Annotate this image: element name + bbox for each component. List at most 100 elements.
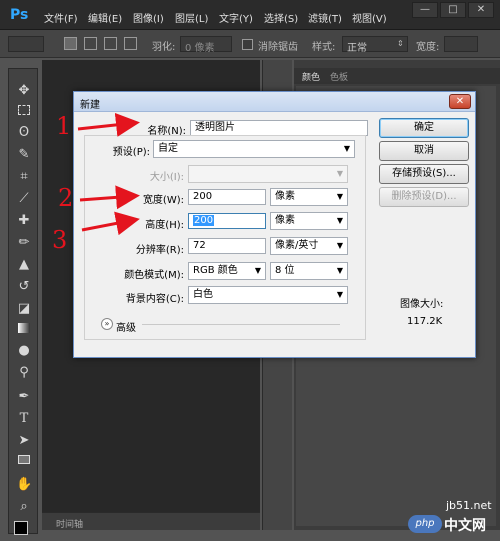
chevron-down-icon: ▼ [336, 169, 343, 178]
dodge-tool-icon[interactable]: ⚲ [16, 365, 32, 381]
photoshop-logo: Ps [10, 7, 29, 23]
width-unit-select[interactable]: 像素 ▼ [270, 188, 348, 206]
zoom-tool-icon[interactable]: ⌕ [16, 499, 32, 515]
hand-tool-icon[interactable]: ✋ [16, 477, 32, 493]
width-unit-value: 像素 [275, 191, 295, 202]
bit-depth-select[interactable]: 8 位 ▼ [270, 262, 348, 280]
width-input[interactable] [444, 36, 478, 52]
style-select[interactable]: 正常 ⇕ [342, 36, 408, 54]
intersect-selection-icon[interactable] [124, 37, 137, 50]
chevron-down-icon: ▼ [336, 241, 343, 250]
annotation-number-1: 1 [56, 112, 72, 140]
eraser-tool-icon[interactable]: ◪ [16, 301, 32, 317]
preset-select[interactable]: 自定 ▼ [153, 140, 355, 158]
tools-panel: ✥ ʘ ✎ ⌗ ⟋ ✚ ✏ ▲ ↺ ◪ ● ⚲ ✒ T ➤ ✋ ⌕ [8, 68, 38, 535]
eyedropper-tool-icon[interactable]: ⟋ [16, 191, 32, 207]
color-mode-label: 颜色模式(M): [124, 270, 184, 281]
preset-value: 自定 [158, 143, 178, 154]
resolution-label: 分辨率(R): [135, 245, 184, 256]
chevron-down-icon: ▼ [336, 192, 343, 201]
advanced-divider [142, 324, 340, 325]
antialias-label: 消除锯齿 [258, 42, 298, 53]
background-value: 白色 [193, 289, 213, 300]
style-label: 样式: [312, 42, 336, 53]
menu-layer[interactable]: 图层(L) [175, 10, 208, 25]
window-controls: — □ ✕ [412, 2, 494, 18]
history-brush-tool-icon[interactable]: ↺ [16, 279, 32, 295]
dialog-close-button[interactable]: ✕ [449, 94, 471, 109]
watermark: jb51.net php 中文网 [408, 497, 500, 541]
marquee-tool-icon[interactable] [18, 105, 30, 115]
menu-type[interactable]: 文字(Y) [219, 10, 253, 25]
tab-swatches[interactable]: 色板 [330, 70, 348, 83]
chevron-down-icon: ▼ [336, 290, 343, 299]
chevron-down-icon: ⇕ [397, 39, 404, 48]
timeline-label: 时间轴 [56, 520, 84, 530]
background-label: 背景内容(C): [125, 294, 184, 305]
menu-edit[interactable]: 编辑(E) [88, 10, 122, 25]
add-selection-icon[interactable] [84, 37, 97, 50]
blur-tool-icon[interactable]: ● [16, 343, 32, 359]
new-selection-icon[interactable] [64, 37, 77, 50]
chevron-double-down-icon[interactable]: » [101, 318, 113, 330]
menu-view[interactable]: 视图(V) [352, 10, 387, 25]
brush-tool-icon[interactable]: ✏ [16, 235, 32, 251]
foreground-color-swatch[interactable] [14, 521, 28, 535]
options-bar: 羽化: 0 像素 消除锯齿 样式: 正常 ⇕ 宽度: [0, 30, 500, 58]
rectangle-tool-icon[interactable] [18, 455, 30, 464]
watermark-badge: php [408, 515, 442, 533]
move-tool-icon[interactable]: ✥ [16, 83, 32, 99]
background-select[interactable]: 白色 ▼ [188, 286, 348, 304]
timeline-bar: 时间轴 [42, 512, 260, 530]
color-mode-value: RGB 颜色 [193, 265, 238, 276]
width-input[interactable]: 200 [188, 189, 266, 205]
panel-tabs: 颜色 色板 [294, 68, 500, 84]
feather-input[interactable]: 0 像素 [180, 36, 232, 54]
watermark-site: jb51.net [446, 499, 492, 512]
menu-filter[interactable]: 滤镜(T) [308, 10, 342, 25]
color-mode-select[interactable]: RGB 颜色 ▼ [188, 262, 266, 280]
pen-tool-icon[interactable]: ✒ [16, 389, 32, 405]
quick-select-tool-icon[interactable]: ✎ [16, 147, 32, 163]
height-unit-select[interactable]: 像素 ▼ [270, 212, 348, 230]
tab-color[interactable]: 颜色 [302, 70, 320, 83]
menu-select[interactable]: 选择(S) [264, 10, 298, 25]
image-size-label: 图像大小: [400, 299, 444, 310]
resolution-input[interactable]: 72 [188, 238, 266, 254]
ok-button[interactable]: 确定 [379, 118, 469, 138]
minimize-button[interactable]: — [412, 2, 438, 18]
size-select[interactable]: ▼ [188, 165, 348, 183]
menu-image[interactable]: 图像(I) [133, 10, 164, 25]
size-label: 大小(I): [149, 172, 184, 183]
antialias-checkbox[interactable] [242, 39, 253, 50]
resolution-unit-select[interactable]: 像素/英寸 ▼ [270, 237, 348, 255]
height-input[interactable]: 200 [188, 213, 266, 229]
name-input[interactable]: 透明图片 [190, 120, 368, 136]
preset-label: 预设(P): [112, 147, 150, 158]
bit-depth-value: 8 位 [275, 265, 295, 276]
watermark-cn: 中文网 [444, 518, 486, 534]
lasso-tool-icon[interactable]: ʘ [16, 125, 32, 141]
subtract-selection-icon[interactable] [104, 37, 117, 50]
tool-preset-picker[interactable] [8, 36, 44, 52]
path-select-tool-icon[interactable]: ➤ [16, 433, 32, 449]
dialog-titlebar: 新建 ✕ [74, 92, 475, 112]
type-tool-icon[interactable]: T [16, 411, 32, 427]
width-label: 宽度(W): [142, 195, 184, 206]
cancel-button[interactable]: 取消 [379, 141, 469, 161]
gradient-tool-icon[interactable] [18, 323, 30, 333]
chevron-down-icon: ▼ [336, 216, 343, 225]
close-window-button[interactable]: ✕ [468, 2, 494, 18]
crop-tool-icon[interactable]: ⌗ [16, 169, 32, 185]
clone-stamp-tool-icon[interactable]: ▲ [16, 257, 32, 273]
resolution-unit-value: 像素/英寸 [275, 240, 319, 251]
chevron-down-icon: ▼ [254, 266, 261, 275]
chevron-down-icon: ▼ [343, 144, 350, 153]
menu-bar: Ps 文件(F) 编辑(E) 图像(I) 图层(L) 文字(Y) 选择(S) 滤… [0, 0, 500, 30]
maximize-button[interactable]: □ [440, 2, 466, 18]
save-preset-button[interactable]: 存储预设(S)... [379, 164, 469, 184]
delete-preset-button[interactable]: 删除预设(D)... [379, 187, 469, 207]
advanced-label[interactable]: 高级 [116, 319, 136, 334]
menu-file[interactable]: 文件(F) [44, 10, 78, 25]
healing-brush-tool-icon[interactable]: ✚ [16, 213, 32, 229]
